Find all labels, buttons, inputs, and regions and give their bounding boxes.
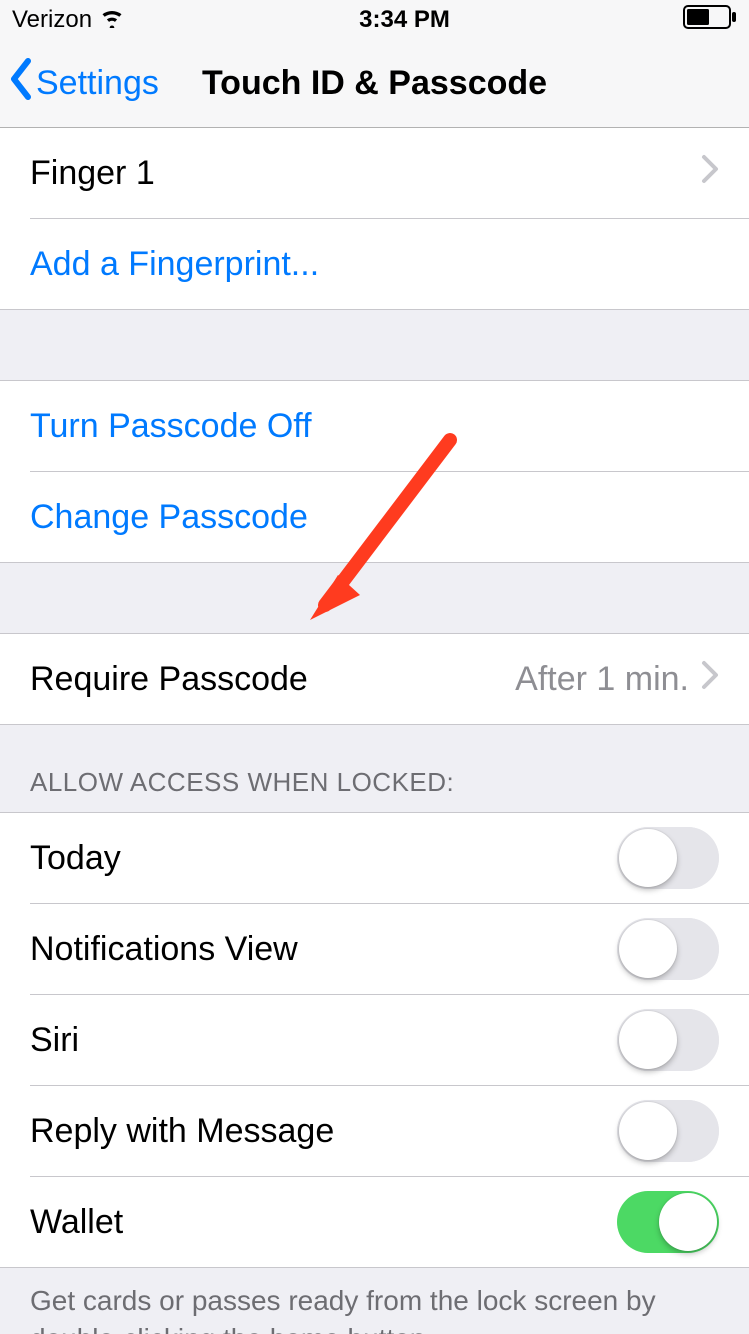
allow-notifications-switch[interactable]: [617, 918, 719, 980]
allow-wallet-row: Wallet: [0, 1177, 749, 1267]
turn-passcode-off-row[interactable]: Turn Passcode Off: [0, 381, 749, 471]
allow-today-row: Today: [0, 813, 749, 903]
allow-today-label: Today: [30, 839, 617, 878]
allow-access-header: ALLOW ACCESS WHEN LOCKED:: [0, 725, 749, 812]
group-gap: [0, 563, 749, 633]
add-fingerprint-label: Add a Fingerprint...: [30, 245, 719, 284]
chevron-right-icon: [701, 660, 719, 699]
allow-siri-label: Siri: [30, 1021, 617, 1060]
change-passcode-row[interactable]: Change Passcode: [0, 472, 749, 562]
status-right: [683, 5, 737, 36]
allow-wallet-label: Wallet: [30, 1203, 617, 1242]
allow-access-footer: Get cards or passes ready from the lock …: [0, 1268, 749, 1334]
fingerprint-row[interactable]: Finger 1: [0, 128, 749, 218]
status-time: 3:34 PM: [359, 6, 450, 34]
allow-siri-switch[interactable]: [617, 1009, 719, 1071]
status-bar: Verizon 3:34 PM: [0, 0, 749, 40]
group-gap: [0, 310, 749, 380]
allow-reply-row: Reply with Message: [0, 1086, 749, 1176]
status-left: Verizon: [12, 6, 126, 35]
fingerprints-group: Finger 1 Add a Fingerprint...: [0, 128, 749, 310]
chevron-left-icon: [8, 58, 34, 109]
allow-reply-label: Reply with Message: [30, 1112, 617, 1151]
allow-today-switch[interactable]: [617, 827, 719, 889]
fingerprint-label: Finger 1: [30, 154, 701, 193]
chevron-right-icon: [701, 154, 719, 193]
require-passcode-label: Require Passcode: [30, 660, 515, 699]
allow-siri-row: Siri: [0, 995, 749, 1085]
allow-wallet-switch[interactable]: [617, 1191, 719, 1253]
passcode-actions-group: Turn Passcode Off Change Passcode: [0, 380, 749, 563]
turn-passcode-off-label: Turn Passcode Off: [30, 407, 719, 446]
require-passcode-value: After 1 min.: [515, 660, 689, 699]
nav-bar: Settings Touch ID & Passcode: [0, 40, 749, 128]
wifi-icon: [98, 6, 126, 35]
require-passcode-row[interactable]: Require Passcode After 1 min.: [0, 634, 749, 724]
allow-notifications-label: Notifications View: [30, 930, 617, 969]
change-passcode-label: Change Passcode: [30, 498, 719, 537]
add-fingerprint-row[interactable]: Add a Fingerprint...: [0, 219, 749, 309]
require-passcode-group: Require Passcode After 1 min.: [0, 633, 749, 725]
battery-icon: [683, 5, 737, 36]
back-label: Settings: [36, 64, 159, 103]
allow-reply-switch[interactable]: [617, 1100, 719, 1162]
allow-notifications-row: Notifications View: [0, 904, 749, 994]
back-button[interactable]: Settings: [8, 58, 159, 109]
allow-access-group: Today Notifications View Siri Reply with…: [0, 812, 749, 1268]
carrier-label: Verizon: [12, 6, 92, 34]
